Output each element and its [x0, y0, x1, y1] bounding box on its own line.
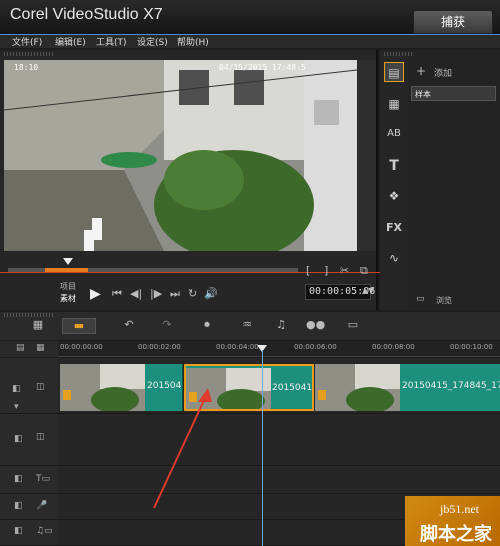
ruler-tick: 00:00:06:00 [294, 343, 337, 351]
library-add-label[interactable]: 添加 [434, 66, 452, 79]
menu-tools[interactable]: 工具(T) [96, 35, 127, 48]
library-sample-label: 样本 [415, 90, 431, 99]
go-end-icon[interactable]: ⏭ [170, 287, 180, 301]
mode-project[interactable]: 项目 [60, 281, 76, 292]
menu-edit[interactable]: 编辑(E) [55, 35, 86, 48]
browse-icon[interactable]: ▭ [416, 294, 425, 304]
prev-frame-icon[interactable]: ◀| [130, 287, 142, 300]
repeat-icon[interactable]: ↻ [188, 287, 197, 300]
volume-icon[interactable]: 🔊 [204, 287, 218, 300]
scrubber-handle-icon[interactable] [63, 258, 73, 265]
watermark-site: jb51.net [440, 502, 479, 516]
ruler-tick: 00:00:04:00 [216, 343, 259, 351]
transition-icon[interactable]: AB [384, 124, 404, 144]
timeline-view-icon[interactable]: ▬ [62, 318, 96, 334]
mark-in-icon[interactable]: [ [306, 264, 310, 277]
record-capture-icon[interactable]: ⏺ [198, 318, 216, 334]
ruler-tick: 00:00:08:00 [372, 343, 415, 351]
video-corner-overlay: 18:10 [14, 63, 38, 72]
subtitle-editor-icon[interactable]: ▭ [344, 318, 362, 334]
go-start-icon[interactable]: ⏮ [112, 287, 122, 301]
preview-side-strip [358, 60, 376, 251]
auto-music-icon[interactable]: ♫ [272, 318, 290, 334]
menu-file[interactable]: 文件(F) [12, 35, 42, 48]
add-icon[interactable]: + [416, 64, 426, 78]
library-category-bar [380, 50, 408, 310]
chapter-icon[interactable]: ▦ [36, 343, 45, 353]
voice-track-header [0, 494, 58, 520]
video-frame-image: 04/15/2015 17:48:5 18:10 [4, 60, 357, 251]
filter-fx-icon[interactable]: FX [384, 218, 404, 238]
title-visibility-icon[interactable]: ◧ [14, 474, 23, 484]
video-track-icon: ◫ [36, 382, 45, 392]
playhead-line [262, 350, 263, 546]
video-date-overlay: 04/15/2015 [219, 63, 267, 72]
ruler-tick: 00:00:00:00 [60, 343, 103, 351]
clip-thumbnail [60, 364, 145, 411]
panel-grip[interactable] [4, 52, 54, 56]
instant-project-icon[interactable]: ▦ [384, 94, 404, 114]
overlay-track-icon: ◫ [36, 432, 45, 442]
mark-out-icon[interactable]: ] [324, 264, 328, 277]
redo-icon[interactable]: ↷ [160, 318, 174, 334]
tab-capture[interactable]: 捕获 [413, 10, 493, 34]
video-preview: 04/15/2015 17:48:5 18:10 [4, 60, 357, 251]
library-grip[interactable] [384, 52, 414, 56]
overlay-visibility-icon[interactable]: ◧ [14, 434, 23, 444]
annotation-arrow [153, 388, 212, 509]
video-track-header [0, 358, 58, 414]
path-icon[interactable]: ∿ [384, 248, 404, 268]
title-icon[interactable]: T [384, 156, 404, 176]
library-browse-label[interactable]: 浏览 [436, 295, 452, 306]
next-frame-icon[interactable]: |▶ [150, 287, 162, 300]
scissors-icon[interactable]: ✂ [340, 264, 349, 277]
clip-label: 20150415 [272, 383, 314, 393]
timeline-ruler[interactable] [58, 341, 500, 357]
ruler-header [0, 341, 58, 357]
svg-text:04/15/2015 17:48:5: 04/15/2015 17:48:5 [219, 63, 306, 72]
track-visibility-icon[interactable]: ◧ [12, 384, 21, 394]
voice-track-icon: 🎤 [36, 501, 48, 511]
timecode-spinner-icon[interactable]: ▲▼ [362, 286, 374, 295]
timeline-grip[interactable] [4, 313, 54, 317]
clip-thumbnail [315, 364, 400, 411]
track-manager-icon[interactable]: ▤ [16, 343, 25, 353]
motion-tracking-icon[interactable]: ●● [306, 318, 325, 334]
video-clip[interactable]: 20150415_174845_17490 [315, 364, 500, 411]
graphic-icon[interactable]: ❖ [384, 186, 404, 206]
media-library-icon[interactable]: ▤ [384, 62, 404, 82]
title-track[interactable] [58, 466, 500, 494]
music-visibility-icon[interactable]: ◧ [14, 526, 23, 536]
zoom-preview-icon[interactable]: ⧉ [360, 264, 368, 278]
ruler-tick: 00:00:10:00 [450, 343, 493, 351]
voice-visibility-icon[interactable]: ◧ [14, 501, 23, 511]
sound-mixer-icon[interactable]: ♒ [238, 318, 256, 334]
play-icon[interactable]: ▶ [90, 286, 101, 302]
title-track-icon: T▭ [36, 474, 51, 484]
video-time-overlay: 17:48:5 [272, 63, 306, 72]
menu-help[interactable]: 帮助(H) [177, 35, 209, 48]
music-track-icon: ♫▭ [36, 526, 53, 536]
storyboard-view-icon[interactable]: ▦ [28, 318, 48, 334]
undo-icon[interactable]: ↶ [122, 318, 136, 334]
overlay-track-header [0, 414, 58, 466]
mode-clip[interactable]: 素材 [60, 293, 76, 304]
clip-label: 20150415_174845_17490 [402, 381, 500, 391]
overlay-track[interactable] [58, 414, 500, 466]
track-expand-icon[interactable]: ▾ [14, 402, 19, 412]
app-title: Corel VideoStudio X7 [10, 6, 163, 23]
watermark-text: 脚本之家 [420, 524, 492, 545]
ruler-tick: 00:00:02:00 [138, 343, 181, 351]
menu-settings[interactable]: 设定(S) [137, 35, 168, 48]
